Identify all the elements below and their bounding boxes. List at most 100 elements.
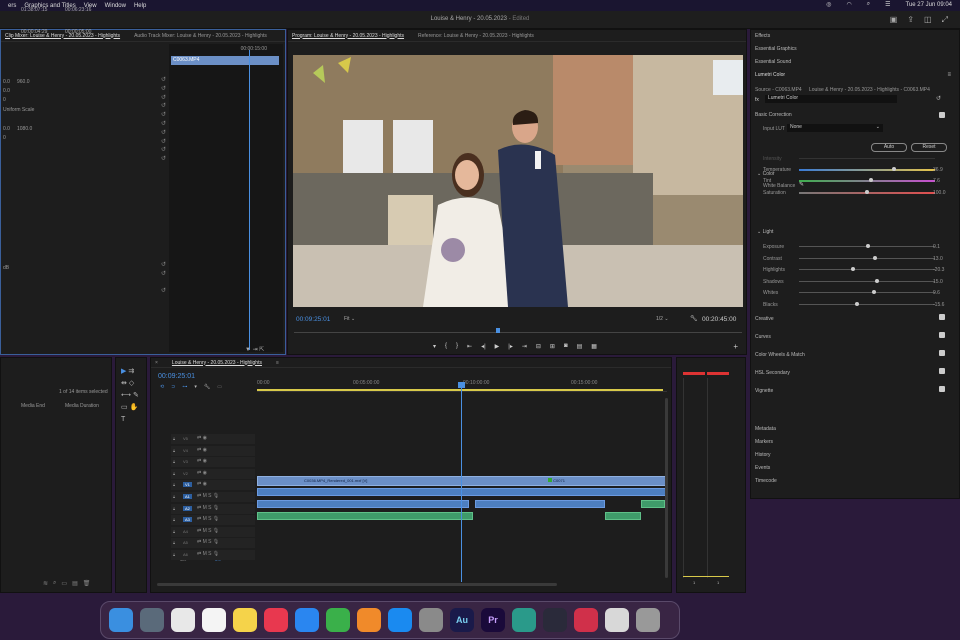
lock-icon[interactable]: 🔒︎	[173, 448, 175, 453]
linked-selection-icon[interactable]: ⊶	[182, 384, 187, 390]
basic-correction-header[interactable]: Basic Correction	[755, 112, 792, 118]
dock-plan-icon[interactable]	[512, 608, 536, 632]
lock-icon[interactable]: 🔒︎	[173, 436, 175, 441]
control-center-icon[interactable]: ☰	[885, 1, 890, 8]
vignette-checkbox[interactable]	[939, 386, 945, 392]
tab-reference[interactable]: Reference: Louise & Henry - 20.05.2023 -…	[418, 33, 534, 39]
creative-checkbox[interactable]	[939, 314, 945, 320]
timeline-timecode[interactable]: 00:09:25:01	[158, 373, 195, 380]
share-icon[interactable]: ⇪	[907, 15, 914, 25]
export-frame-icon[interactable]: ◙	[564, 343, 568, 350]
rectangle-tool-icon[interactable]: ▭	[121, 404, 128, 411]
timeline-playhead-handle[interactable]	[458, 382, 465, 388]
slider-value-exposure[interactable]: 0.1	[933, 244, 940, 250]
lock-icon[interactable]: 🔒︎	[173, 482, 175, 487]
hsl-checkbox[interactable]	[939, 368, 945, 374]
find-icon[interactable]: ⌕	[53, 580, 56, 587]
lock-icon[interactable]: 🔒︎	[173, 552, 175, 557]
slider-track-temperature[interactable]	[799, 169, 935, 171]
position-y[interactable]: 960.0	[17, 79, 30, 85]
panel-metadata[interactable]: Metadata	[755, 426, 776, 432]
panel-lumetri-color[interactable]: Lumetri Color	[755, 72, 785, 78]
position-x[interactable]: 0.0	[3, 79, 10, 85]
uniform-scale-label[interactable]: Uniform Scale	[3, 107, 34, 113]
slider-knob-shadows[interactable]	[874, 279, 879, 283]
dock-numbers-icon[interactable]	[326, 608, 350, 632]
fullscreen-icon[interactable]: ⤢	[942, 15, 948, 25]
slider-value-temperature[interactable]: 36.9	[933, 167, 943, 173]
dock-app-store-icon[interactable]	[388, 608, 412, 632]
anchor-x[interactable]: 0.0	[3, 126, 10, 132]
go-to-in-icon[interactable]: ⇤	[467, 343, 472, 350]
track-name[interactable]: V4	[183, 448, 188, 453]
new-item-icon[interactable]: ▤	[72, 580, 78, 587]
lumetri-target[interactable]: Louise & Henry - 20.05.2023 - Highlights…	[809, 87, 930, 93]
mute-icon[interactable]: ⇄ M S 🎙︎	[197, 528, 219, 534]
dock-keynote-icon[interactable]	[295, 608, 319, 632]
slider-value-whites[interactable]: 9.6	[933, 290, 940, 296]
fit-dropdown[interactable]: Fit ⌄	[344, 316, 355, 322]
rotation-value[interactable]: 0	[3, 97, 6, 103]
ripple-edit-icon[interactable]: ⇹	[121, 380, 127, 387]
timeline-playhead[interactable]	[461, 384, 462, 582]
nest-icon[interactable]: ⟲	[160, 384, 164, 390]
slider-track-whites[interactable]	[799, 292, 935, 293]
slider-track-contrast[interactable]	[799, 258, 935, 259]
dock-au-icon[interactable]: Au	[450, 608, 474, 632]
clip-a1[interactable]	[257, 488, 667, 496]
menu-item-help[interactable]: Help	[134, 3, 146, 9]
section-creative[interactable]: Creative	[755, 316, 774, 322]
lock-icon[interactable]: 🔒︎	[173, 471, 175, 476]
dock-chrome-icon[interactable]	[171, 608, 195, 632]
mute-icon[interactable]: ⇄ M S 🎙︎	[197, 516, 219, 522]
project-bottom-icons[interactable]: ≋ ⌕ ▭ ▤ 🗑︎	[43, 580, 90, 587]
timeline-vscroll[interactable]	[665, 398, 668, 578]
dock-finder-icon[interactable]	[109, 608, 133, 632]
program-playhead[interactable]	[496, 328, 500, 333]
track-name[interactable]: A5	[183, 540, 188, 545]
lumetri-source[interactable]: Source - C0063.MP4	[755, 87, 802, 93]
type-tool-icon[interactable]: T	[121, 416, 125, 423]
mark-out-icon[interactable]: }	[456, 343, 458, 350]
mute-icon[interactable]: ⇄ M S 🎙︎	[197, 539, 219, 545]
creative-cloud-icon[interactable]: ◎	[826, 1, 831, 8]
hand-tool-icon[interactable]: ✋	[130, 404, 139, 411]
automate-icon[interactable]: ≋	[43, 580, 48, 587]
track-header-v1[interactable]: 🔒︎ V1 ⇄ ◉	[171, 480, 255, 491]
input-lut-dropdown[interactable]: None ⌄	[787, 124, 883, 132]
new-bin-icon[interactable]: ▭	[61, 580, 67, 587]
pen-tool-icon[interactable]: ✎	[133, 392, 139, 399]
workspace-icon[interactable]: ▣	[890, 15, 898, 25]
panel-timecode[interactable]: Timecode	[755, 478, 777, 484]
slider-track-shadows[interactable]	[799, 281, 935, 282]
menu-item-window[interactable]: Window	[105, 3, 126, 9]
slider-track-highlights[interactable]	[799, 269, 935, 270]
panel-essential-sound[interactable]: Essential Sound	[755, 59, 791, 65]
timeline-settings-icon[interactable]: 🔧︎	[204, 384, 210, 390]
extract-icon[interactable]: ⊞	[550, 343, 555, 350]
slider-knob-whites[interactable]	[871, 290, 876, 294]
clip-a3-left[interactable]	[257, 512, 473, 520]
mute-icon[interactable]: ⇄ M S 🎙︎	[197, 505, 219, 511]
basic-correction-checkbox[interactable]	[939, 112, 945, 118]
track-header-a4[interactable]: 🔒︎ A4 ⇄ M S 🎙︎	[171, 526, 255, 537]
slider-knob-blacks[interactable]	[855, 302, 860, 306]
track-name[interactable]: A3	[183, 517, 192, 523]
volume-db[interactable]: dB	[3, 265, 9, 271]
lock-icon[interactable]: 🔒︎	[173, 506, 175, 511]
settings-icon[interactable]: 🔧︎	[690, 315, 698, 322]
work-area-bar[interactable]	[257, 389, 663, 391]
fx-reset-icon[interactable]: ↺	[936, 95, 941, 102]
track-name[interactable]: V5	[183, 436, 188, 441]
clip-a2-left[interactable]	[257, 500, 469, 508]
add-marker-tl-icon[interactable]: ▾	[194, 384, 197, 390]
add-marker-icon[interactable]: ▾	[433, 343, 436, 350]
track-header-v3[interactable]: 🔒︎ V3 ⇄ ◉	[171, 457, 255, 468]
resolution-dropdown[interactable]: 1/2 ⌄	[656, 316, 669, 322]
trash-icon[interactable]: 🗑︎	[83, 580, 91, 587]
timeline-scrollbar[interactable]	[157, 583, 557, 586]
dock-trash-icon[interactable]	[636, 608, 660, 632]
lock-icon[interactable]: 🔒︎	[173, 517, 175, 522]
track-header-a6[interactable]: 🔒︎ A6 ⇄ M S 🎙︎	[171, 550, 255, 560]
clip-a2-mid[interactable]	[475, 500, 605, 508]
